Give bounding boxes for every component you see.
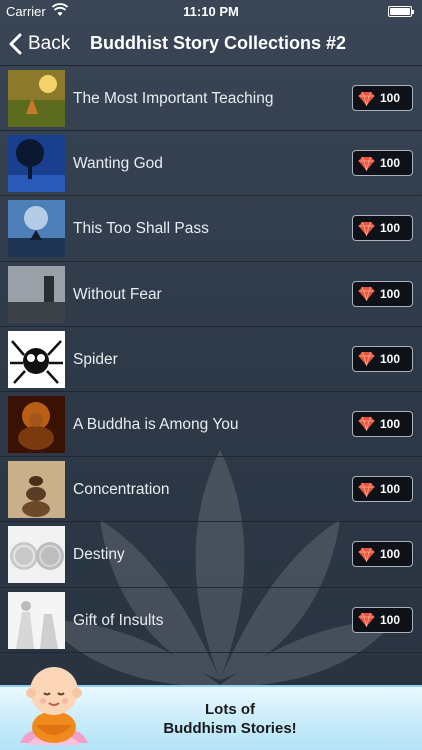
ruby-gem-icon xyxy=(358,91,375,106)
story-row[interactable]: Wanting God 100 xyxy=(0,131,422,197)
story-row[interactable]: Gift of Insults 100 xyxy=(0,588,422,653)
ruby-gem-icon xyxy=(358,547,375,562)
status-bar: Carrier 11:10 PM xyxy=(0,0,422,22)
story-title: Destiny xyxy=(73,546,125,564)
ruby-gem-icon xyxy=(358,221,375,236)
story-row[interactable]: Destiny 100 xyxy=(0,522,422,588)
ruby-gem-icon xyxy=(358,286,375,302)
story-title: A Buddha is Among You xyxy=(73,415,239,433)
promo-line-2: Buddhism Stories! xyxy=(163,720,297,737)
ruby-gem-icon xyxy=(358,156,375,171)
story-row[interactable]: This Too Shall Pass 100 xyxy=(0,196,422,262)
price-button[interactable]: 100 xyxy=(352,150,413,177)
price-button[interactable]: 100 xyxy=(352,606,413,633)
price-amount: 100 xyxy=(380,416,401,431)
price-button[interactable]: 100 xyxy=(352,476,413,503)
back-label: Back xyxy=(28,33,71,54)
story-thumbnail xyxy=(8,70,65,127)
price-amount: 100 xyxy=(380,547,401,562)
navigation-bar: Back Buddhist Story Collections #2 xyxy=(0,22,422,66)
story-thumbnail xyxy=(8,461,65,519)
story-title: Without Fear xyxy=(73,285,162,303)
story-title: Concentration xyxy=(73,481,170,499)
story-title: The Most Important Teaching xyxy=(73,90,274,107)
story-thumbnail xyxy=(8,395,65,453)
story-title: Spider xyxy=(73,350,118,368)
price-amount: 100 xyxy=(380,482,401,497)
story-thumbnail xyxy=(8,200,65,258)
price-button[interactable]: 100 xyxy=(352,541,413,568)
price-amount: 100 xyxy=(380,351,401,366)
promo-banner[interactable]: Lots of Buddhism Stories! xyxy=(0,667,422,750)
price-button[interactable]: 100 xyxy=(352,410,413,437)
chevron-left-icon xyxy=(9,33,22,55)
story-row[interactable]: Spider 100 xyxy=(0,327,422,392)
price-amount: 100 xyxy=(380,156,401,171)
price-button[interactable]: 100 xyxy=(352,85,413,111)
clock: 11:10 PM xyxy=(183,4,239,19)
price-amount: 100 xyxy=(380,612,401,627)
price-button[interactable]: 100 xyxy=(352,280,413,307)
price-amount: 100 xyxy=(380,91,401,105)
battery-icon xyxy=(388,6,414,17)
price-button[interactable]: 100 xyxy=(352,345,413,372)
story-thumbnail xyxy=(8,265,65,323)
story-thumbnail xyxy=(8,591,65,649)
story-title: This Too Shall Pass xyxy=(73,220,209,238)
ruby-gem-icon xyxy=(358,417,375,432)
story-thumbnail xyxy=(8,330,65,388)
price-amount: 100 xyxy=(380,221,401,236)
story-row[interactable]: Without Fear 100 xyxy=(0,262,422,327)
story-thumbnail xyxy=(8,135,65,193)
story-list: The Most Important Teaching 100 Wanting … xyxy=(0,66,422,653)
ruby-gem-icon xyxy=(358,612,375,627)
story-title: Gift of Insults xyxy=(73,611,164,629)
story-row[interactable]: The Most Important Teaching 100 xyxy=(0,66,422,132)
story-title: Wanting God xyxy=(73,155,163,173)
price-button[interactable]: 100 xyxy=(352,215,413,242)
back-button[interactable]: Back xyxy=(8,30,70,58)
promo-text: Lots of Buddhism Stories! xyxy=(120,700,340,738)
promo-line-1: Lots of xyxy=(205,701,255,718)
story-thumbnail xyxy=(8,526,65,584)
price-amount: 100 xyxy=(380,286,401,301)
ruby-gem-icon xyxy=(358,482,375,497)
story-row[interactable]: A Buddha is Among You 100 xyxy=(0,392,422,458)
monk-mascot-icon xyxy=(20,667,88,745)
screen: Carrier 11:10 PM Back Buddhist Story Col… xyxy=(0,0,422,750)
story-row[interactable]: Concentration 100 xyxy=(0,457,422,523)
ruby-gem-icon xyxy=(358,352,375,367)
page-title: Buddhist Story Collections #2 xyxy=(90,33,347,53)
